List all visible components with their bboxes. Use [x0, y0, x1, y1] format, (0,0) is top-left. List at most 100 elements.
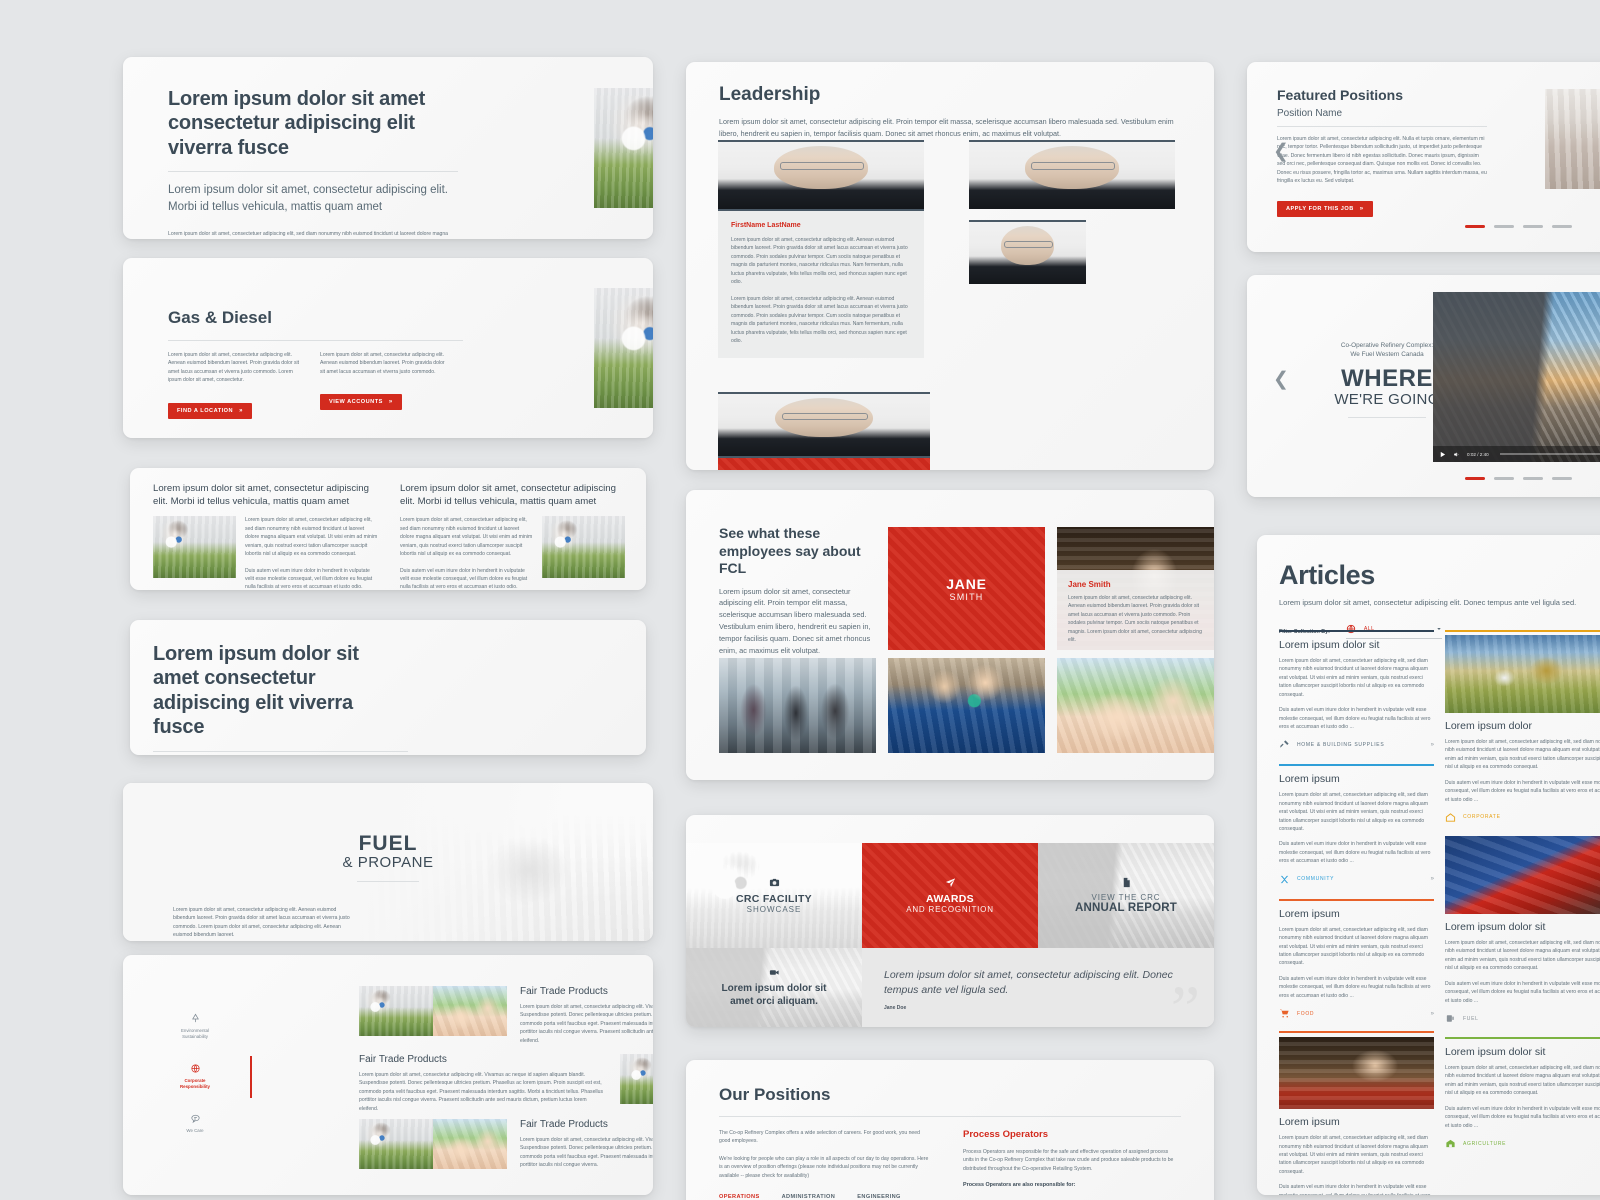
- fair-trade-item-body: Lorem ipsum dolor sit amet, consectetur …: [359, 1072, 604, 1112]
- leadership-headshot: [969, 142, 1175, 209]
- leadership-person[interactable]: [969, 220, 1086, 284]
- sidenav-label-we-care: We Care: [186, 1127, 204, 1133]
- carousel-dot-4[interactable]: [1552, 225, 1572, 228]
- leadership-title: Leadership: [719, 84, 821, 105]
- find-a-location-button[interactable]: FIND A LOCATION»: [168, 402, 252, 419]
- divider: [719, 1116, 1181, 1117]
- gas-diesel-image: [594, 288, 653, 408]
- article-excerpt-1: Lorem ipsum dolor sit amet, consectetuer…: [1279, 792, 1428, 833]
- tab-operations[interactable]: OPERATIONS: [719, 1194, 760, 1200]
- article-list-item[interactable]: Lorem ipsum Lorem ipsum dolor sit amet, …: [1279, 1031, 1434, 1195]
- article-list-item[interactable]: Lorem ipsum dolor Lorem ipsum dolor sit …: [1445, 630, 1600, 823]
- leadership-person[interactable]: [969, 140, 1175, 209]
- video-carousel-dot-1[interactable]: [1465, 477, 1485, 480]
- fair-trade-item-image: [620, 1054, 653, 1104]
- promo-card: CRC FACILITY SHOWCASE AWARDS AND RECOGNI…: [686, 815, 1214, 1027]
- leadership-featured[interactable]: JAMES SMITH TITLE: [718, 392, 930, 470]
- carousel-prev-button[interactable]: ❮: [1273, 142, 1289, 161]
- paper-plane-icon: [945, 878, 955, 888]
- article-title: Lorem ipsum: [1279, 907, 1340, 920]
- leadership-person-para-2: Lorem ipsum dolor sit amet, consectetur …: [731, 295, 908, 344]
- video-carousel-dot-2[interactable]: [1494, 477, 1514, 480]
- apply-for-this-job-button[interactable]: APPLY FOR THIS JOB»: [1277, 200, 1373, 217]
- article-title: Lorem ipsum: [1279, 1116, 1340, 1129]
- promo-tile-awards[interactable]: AWARDS AND RECOGNITION: [862, 843, 1038, 948]
- article-list-item[interactable]: Lorem ipsum Lorem ipsum dolor sit amet, …: [1279, 764, 1434, 884]
- article-arrow-icon[interactable]: »: [1431, 742, 1434, 748]
- gas-diesel-col1-text: Lorem ipsum dolor sit amet, consectetur …: [168, 352, 300, 384]
- article-category: AGRICULTURE: [1463, 1140, 1507, 1147]
- video-carousel-dot-4[interactable]: [1552, 477, 1572, 480]
- testimonial-last-name: SMITH: [949, 591, 984, 602]
- two-col-right-para-1: Lorem ipsum dolor sit amet, consectetuer…: [400, 517, 533, 558]
- speech-bubble-icon: [190, 1114, 200, 1123]
- barn-icon: [1446, 1139, 1455, 1148]
- article-list-item[interactable]: Lorem ipsum dolor sit Lorem ipsum dolor …: [1445, 1037, 1600, 1149]
- positions-detail-body: Process Operators are responsible for th…: [963, 1149, 1174, 1172]
- video-carousel-prev-button[interactable]: ❮: [1273, 370, 1289, 389]
- leadership-person-selected[interactable]: FirstName LastName Lorem ipsum dolor sit…: [718, 140, 924, 359]
- article-list-item[interactable]: Lorem ipsum dolor sit Lorem ipsum dolor …: [1279, 630, 1434, 750]
- play-icon[interactable]: [1439, 451, 1446, 458]
- shopping-cart-icon: [1279, 1009, 1289, 1018]
- fuel-card-body: Lorem ipsum dolor sit amet, consectetur …: [173, 907, 350, 939]
- positions-detail-title: Process Operators: [963, 1129, 1049, 1140]
- carousel-dot-3[interactable]: [1523, 225, 1543, 228]
- gas-diesel-card: Gas & Diesel Lorem ipsum dolor sit amet,…: [123, 258, 653, 438]
- testimonial-thumb[interactable]: [1057, 658, 1214, 753]
- article-excerpt-2: Duis autem vel eum iriure dolor in hendr…: [1445, 980, 1600, 1004]
- video-carousel-dot-3[interactable]: [1523, 477, 1543, 480]
- testimonial-thumb[interactable]: [888, 658, 1045, 753]
- testimonial-quote-tile[interactable]: Jane Smith Lorem ipsum dolor sit amet, c…: [1057, 527, 1214, 650]
- carousel-dot-1[interactable]: [1465, 225, 1485, 228]
- article-category: CORPORATE: [1463, 814, 1501, 821]
- promo-tile-annual-report[interactable]: VIEW THE CRC ANNUAL REPORT: [1038, 843, 1214, 948]
- testimonial-tile-jane[interactable]: JANE SMITH: [888, 527, 1045, 650]
- article-excerpt-2: Duis autem vel eum iriure dolor in hendr…: [1279, 1184, 1430, 1195]
- fuel-can-icon: [1446, 1015, 1454, 1022]
- fuel-propane-card: FUEL & PROPANE Lorem ipsum dolor sit ame…: [123, 783, 653, 941]
- view-accounts-button[interactable]: VIEW ACCOUNTS»: [320, 394, 402, 411]
- article-list-item[interactable]: Lorem ipsum dolor sit Lorem ipsum dolor …: [1445, 835, 1600, 1024]
- article-excerpt-2: Duis autem vel eum iriure dolor in hendr…: [1279, 707, 1431, 730]
- positions-detail-subhead: Process Operators are also responsible f…: [963, 1182, 1076, 1189]
- featured-positions-card: Featured Positions Position Name Lorem i…: [1247, 62, 1600, 252]
- promo-tile-facility[interactable]: CRC FACILITY SHOWCASE: [686, 843, 862, 948]
- article-category: COMMUNITY: [1297, 876, 1335, 883]
- fair-trade-item-image: [359, 1119, 507, 1169]
- promo-tile-facility-line1: CRC FACILITY: [736, 893, 812, 905]
- fair-trade-item: Fair Trade Products Lorem ipsum dolor si…: [359, 986, 653, 1045]
- video-player[interactable]: 0:02 / 2:40: [1433, 292, 1600, 462]
- promo-tile-annual-line1: VIEW THE CRC: [1091, 893, 1161, 902]
- promo-tile-awards-line2: AND RECOGNITION: [906, 905, 994, 914]
- two-column-card: Lorem ipsum dolor sit amet, consectetur …: [130, 468, 646, 590]
- camera-icon: [769, 878, 779, 887]
- leadership-headshot: [718, 142, 924, 209]
- article-title: Lorem ipsum dolor sit: [1445, 1045, 1546, 1058]
- testimonial-quote-body: Lorem ipsum dolor sit amet, consectetur …: [1068, 595, 1202, 644]
- carousel-dot-2[interactable]: [1494, 225, 1514, 228]
- sidenav-item-corporate[interactable]: Corporate Responsibility: [161, 1055, 252, 1098]
- video-progress-bar[interactable]: [1499, 453, 1600, 455]
- tab-engineering[interactable]: ENGINEERING: [857, 1194, 901, 1200]
- divider: [1348, 416, 1426, 418]
- sidenav-item-we-care[interactable]: We Care: [161, 1113, 229, 1134]
- article-excerpt-1: Lorem ipsum dolor sit amet, consectetuer…: [1445, 939, 1600, 972]
- video-controls[interactable]: 0:02 / 2:40: [1433, 446, 1600, 462]
- chevron-down-icon[interactable]: [1436, 626, 1442, 632]
- article-accent-bar: [1279, 630, 1434, 632]
- tab-administration[interactable]: ADMINISTRATION: [782, 1194, 836, 1200]
- leadership-person-para-1: Lorem ipsum dolor sit amet, consectetur …: [731, 237, 908, 286]
- text-card: Lorem ipsum dolor sit amet consectetur a…: [130, 620, 646, 755]
- positions-card: Our Positions The Co-op Refinery Complex…: [686, 1060, 1214, 1200]
- promo-tile-video[interactable]: Lorem ipsum dolor sit amet orci aliquam.: [686, 948, 862, 1027]
- article-arrow-icon[interactable]: »: [1431, 1011, 1434, 1017]
- volume-icon[interactable]: [1453, 451, 1460, 458]
- article-list-item[interactable]: Lorem ipsum Lorem ipsum dolor sit amet, …: [1279, 898, 1434, 1019]
- two-col-left-title: Lorem ipsum dolor sit amet, consectetur …: [153, 483, 369, 507]
- testimonial-thumb[interactable]: [719, 658, 876, 753]
- article-arrow-icon[interactable]: »: [1431, 876, 1434, 882]
- sidenav-item-environmental[interactable]: Environmental Sustainability: [161, 1013, 229, 1041]
- divider: [153, 750, 408, 752]
- article-title: Lorem ipsum: [1279, 773, 1340, 786]
